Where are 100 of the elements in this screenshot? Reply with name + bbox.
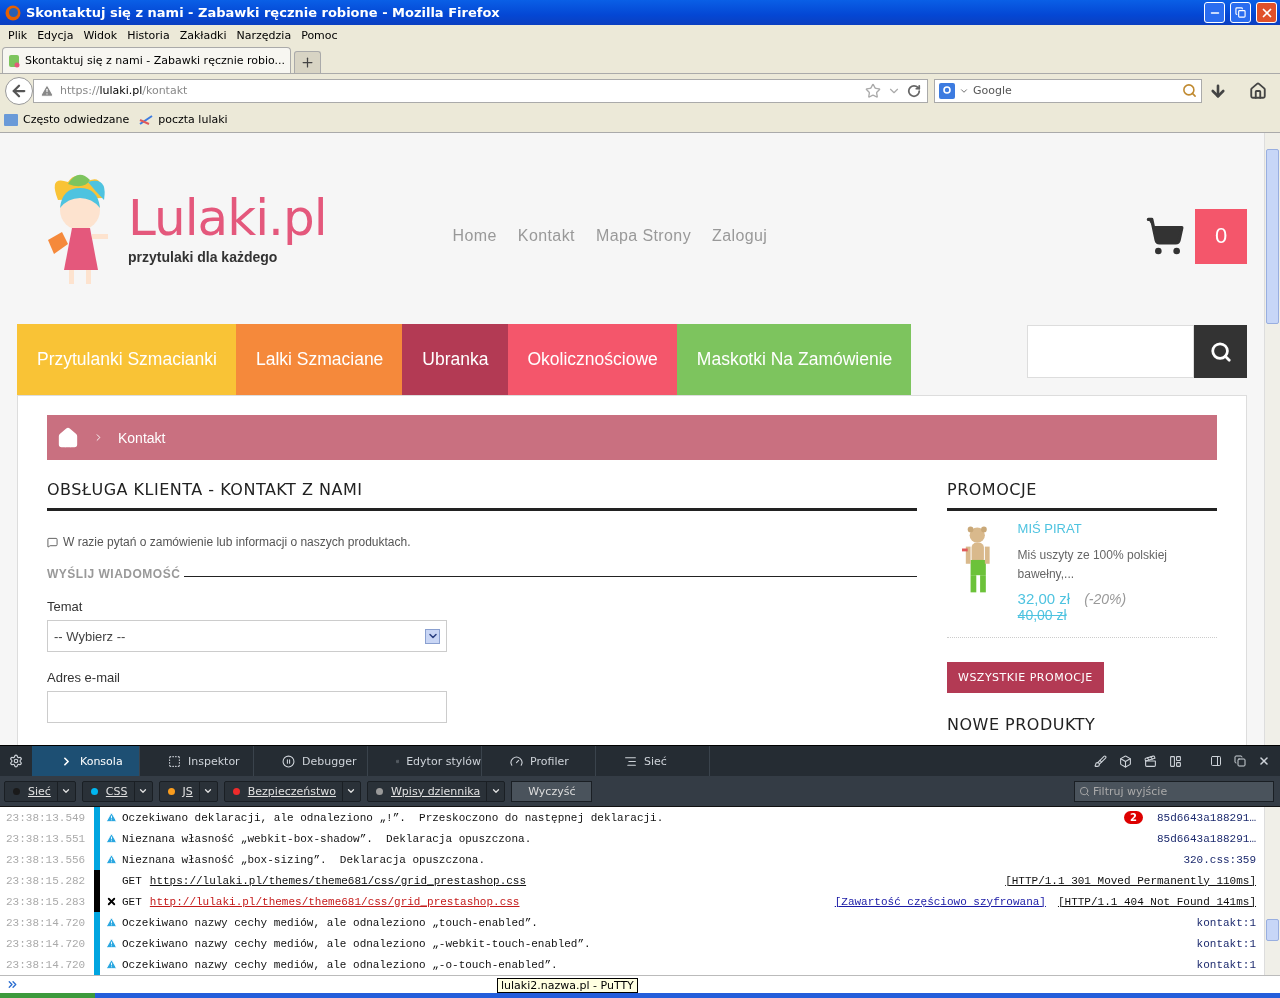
- source-link[interactable]: 85d6643a188291…: [1156, 828, 1264, 849]
- browser-logo-icon: [5, 4, 21, 21]
- caret-icon: [203, 786, 214, 796]
- error-icon: [105, 896, 117, 907]
- timestamp: 23:38:14.720: [5, 915, 87, 931]
- menu-item[interactable]: Historia: [122, 29, 175, 42]
- scrollbar[interactable]: [1264, 807, 1280, 975]
- console-message: Oczekiwano nazwy cechy mediów, ale odnaleziono „-o-touch-enabled”.: [122, 957, 559, 973]
- warning-icon: [105, 833, 117, 844]
- warning-icon: [105, 812, 117, 823]
- caret-icon: [61, 786, 72, 796]
- clear-button[interactable]: Wyczyść: [511, 780, 593, 802]
- logo-name: Lulaki.pl: [128, 192, 327, 243]
- menu-item[interactable]: Zakładki: [174, 29, 232, 42]
- lines-icon: [624, 754, 637, 768]
- home-icon[interactable]: [57, 426, 79, 449]
- subject-select[interactable]: -- Wybierz --: [47, 620, 447, 652]
- caret-icon: [138, 786, 148, 796]
- new-tab-button[interactable]: [294, 51, 322, 73]
- search-button[interactable]: [1194, 325, 1247, 378]
- panel-icon[interactable]: [1169, 754, 1182, 768]
- source-link[interactable]: kontakt:1: [1196, 933, 1264, 954]
- response-status[interactable]: [HTTP/1.1 301 Moved Permanently 110ms]: [1005, 870, 1264, 891]
- back-button[interactable]: [5, 76, 33, 105]
- tooltip: lulaki2.nazwa.pl - PuTTY: [497, 978, 638, 993]
- filter-button[interactable]: Wpisy dziennika: [367, 780, 506, 802]
- console-message: Nieznana własność „webkit-box-shadow”. Deklaracja opuszczona.: [122, 831, 533, 847]
- repeat-count: 2: [1124, 811, 1143, 824]
- search-icon: [1079, 785, 1090, 797]
- field-label: Temat: [47, 599, 84, 614]
- security-note-link[interactable]: [Zawartość częściowo szyfrowana]: [834, 891, 1058, 912]
- restore-button[interactable]: [1230, 2, 1251, 23]
- console-input[interactable]: lulaki2.nazwa.pl - PuTTY: [0, 975, 1280, 993]
- product-description: Miś uszyty ze 100% polskiej bawełny,...: [1017, 547, 1168, 584]
- devtools-tab[interactable]: Konsola: [32, 746, 140, 776]
- field-label: Adres e-mail: [47, 670, 121, 685]
- menu-item[interactable]: Edycja: [32, 29, 79, 42]
- intro-text: W razie pytań o zamówienie lub informacji o naszych produktach.: [63, 535, 411, 549]
- filter-button[interactable]: Bezpieczeństwo: [223, 780, 361, 802]
- http-method: GET: [122, 874, 142, 887]
- cart-icon[interactable]: [1145, 216, 1185, 256]
- console-message: Oczekiwano nazwy cechy mediów, ale odnaleziono „-webkit-touch-enabled”.: [122, 936, 592, 952]
- timestamp: 23:38:13.549: [5, 810, 87, 826]
- all-promotions-button[interactable]: WSZYSTKIE PROMOCJE: [947, 662, 1104, 694]
- scrollbar[interactable]: [1264, 133, 1280, 745]
- caret-icon: [490, 786, 501, 796]
- menu-item[interactable]: Pomoc: [296, 29, 343, 42]
- warning-icon: [105, 938, 117, 949]
- restore-icon: [1235, 7, 1246, 18]
- source-link[interactable]: 85d6643a188291…: [1156, 807, 1264, 828]
- cube-icon[interactable]: [1119, 754, 1132, 768]
- settings-icon[interactable]: [9, 754, 23, 768]
- category-tab[interactable]: Ubranka: [402, 324, 508, 395]
- menu-item[interactable]: Narzędzia: [231, 29, 297, 42]
- email-field[interactable]: [47, 691, 447, 723]
- request-url[interactable]: http://lulaki.pl/themes/theme681/css/grid_prestashop.css: [149, 895, 520, 908]
- reload-icon[interactable]: [907, 83, 921, 98]
- search-icon[interactable]: [1182, 83, 1197, 98]
- window-icon[interactable]: [1234, 755, 1246, 767]
- site-search-field[interactable]: [1027, 325, 1194, 378]
- prompt-icon: [6, 978, 19, 991]
- close-button[interactable]: [1256, 2, 1277, 23]
- source-link[interactable]: 320.css:359: [1183, 849, 1264, 870]
- source-link[interactable]: kontakt:1: [1196, 954, 1264, 975]
- filter-button[interactable]: CSS: [81, 780, 153, 802]
- dock-side-icon[interactable]: [1210, 755, 1222, 767]
- favicon-icon: [8, 53, 20, 68]
- response-status[interactable]: [HTTP/1.1 404 Not Found 141ms]: [1057, 891, 1264, 912]
- menu-item[interactable]: Widok: [78, 29, 123, 42]
- console-message: Nieznana własność „box-sizing”. Deklaracja opuszczona.: [122, 852, 487, 868]
- warning-icon: [105, 959, 117, 970]
- request-url[interactable]: https://lulaki.pl/themes/theme681/css/grid_prestashop.css: [149, 874, 527, 887]
- timestamp: 23:38:14.720: [5, 957, 87, 973]
- browser-tab[interactable]: Skontaktuj się z nami - Zabawki ręcznie robio...: [2, 47, 292, 73]
- minimize-button[interactable]: [1204, 2, 1225, 23]
- home-icon[interactable]: [1248, 81, 1268, 100]
- section-title: WYŚLIJ WIADOMOŚĆ: [47, 567, 181, 581]
- close-icon[interactable]: [1258, 755, 1270, 767]
- filter-button[interactable]: Sieć: [4, 780, 76, 802]
- warning-icon: [105, 917, 117, 928]
- bookmark[interactable]: poczta lulaki: [139, 113, 228, 126]
- sidebar-heading: PROMOCJE: [947, 480, 1217, 511]
- menu-item[interactable]: Plik: [3, 29, 33, 42]
- search-field[interactable]: Google: [934, 78, 1202, 103]
- dashed-square-icon: [168, 754, 181, 768]
- logo-tagline: przytulaki dla każdego: [128, 248, 279, 265]
- clapperboard-icon[interactable]: [1144, 754, 1157, 768]
- search-placeholder: Google: [973, 84, 1013, 97]
- speech-bubble-icon: [47, 536, 58, 548]
- address-bar[interactable]: https://lulaki.pl/kontakt: [33, 78, 928, 103]
- source-link[interactable]: kontakt:1: [1196, 912, 1264, 933]
- page-heading: OBSŁUGA KLIENTA - KONTAKT Z NAMI: [47, 480, 917, 511]
- bookmark[interactable]: Często odwiedzane: [4, 113, 130, 126]
- filter-button[interactable]: JS: [158, 780, 218, 802]
- brush-icon[interactable]: [1094, 754, 1107, 768]
- bookmark-star-icon[interactable]: [865, 82, 881, 99]
- url-text: https://lulaki.pl/kontakt: [60, 84, 188, 97]
- timestamp: 23:38:15.282: [5, 873, 87, 889]
- warning-icon: [40, 83, 54, 98]
- bookmark-icon: [139, 113, 154, 126]
